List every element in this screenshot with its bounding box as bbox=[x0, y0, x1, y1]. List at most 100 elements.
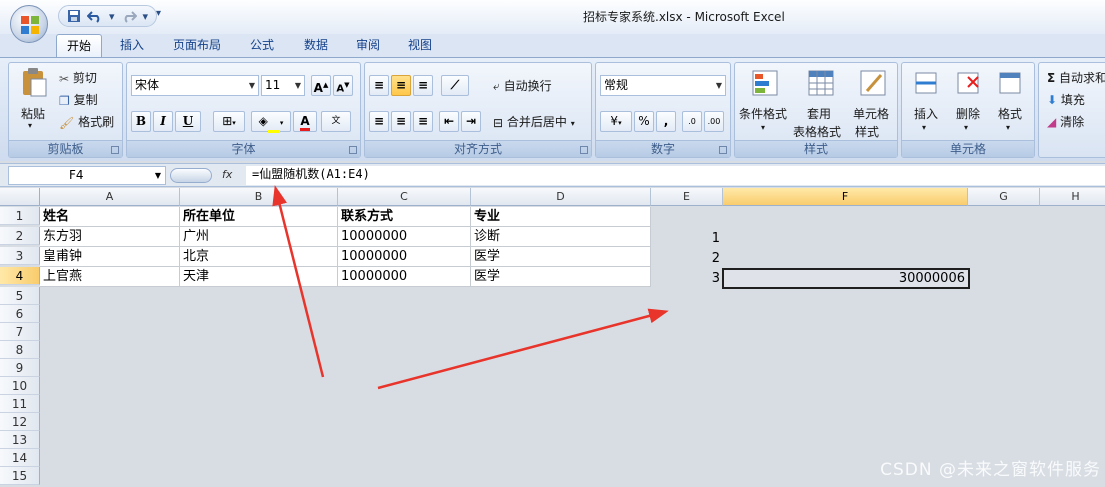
formula-bar-expander[interactable] bbox=[170, 168, 212, 183]
cell-d4[interactable]: 医学 bbox=[471, 267, 651, 287]
italic-button[interactable]: I bbox=[153, 111, 173, 132]
row-header-11[interactable]: 11 bbox=[0, 395, 40, 413]
cell-d2[interactable]: 诊断 bbox=[471, 227, 651, 247]
align-top-button[interactable]: ≡ bbox=[369, 75, 389, 96]
format-as-table-button[interactable]: 套用 表格格式 bbox=[793, 67, 849, 139]
insert-function-button[interactable]: fx bbox=[222, 168, 232, 181]
cut-button[interactable]: ✂ 剪切 bbox=[59, 69, 97, 86]
row-header-5[interactable]: 5 bbox=[0, 287, 40, 305]
decrease-indent-button[interactable]: ⇤ bbox=[439, 111, 459, 132]
cell-c3[interactable]: 10000000 bbox=[338, 247, 471, 267]
office-button[interactable] bbox=[10, 5, 48, 43]
row-header-1[interactable]: 1 bbox=[0, 207, 40, 225]
font-name-select[interactable]: 宋体 ▼ bbox=[131, 75, 259, 96]
format-painter-button[interactable]: 🖌 格式刷 bbox=[59, 113, 114, 130]
row-header-9[interactable]: 9 bbox=[0, 359, 40, 377]
insert-cells-button[interactable]: 插入 ▾ bbox=[906, 67, 946, 139]
font-size-select[interactable]: 11 ▼ bbox=[261, 75, 305, 96]
cell-b1[interactable]: 所在单位 bbox=[180, 207, 338, 227]
tab-data[interactable]: 数据 bbox=[294, 34, 338, 58]
tab-home[interactable]: 开始 bbox=[56, 34, 102, 58]
tab-insert[interactable]: 插入 bbox=[110, 34, 154, 58]
cell-d1[interactable]: 专业 bbox=[471, 207, 651, 227]
phonetic-button[interactable]: 文 bbox=[321, 111, 351, 132]
align-center-button[interactable]: ≡ bbox=[391, 111, 411, 132]
row-header-10[interactable]: 10 bbox=[0, 377, 40, 395]
undo-dropdown-icon[interactable]: ▾ bbox=[109, 10, 115, 23]
row-header-6[interactable]: 6 bbox=[0, 305, 40, 323]
cell-b2[interactable]: 广州 bbox=[180, 227, 338, 247]
font-color-button[interactable]: A bbox=[293, 111, 317, 132]
wrap-text-button[interactable]: ⤶ 自动换行 bbox=[493, 77, 552, 94]
grow-font-button[interactable]: A▲ bbox=[311, 75, 331, 96]
percent-button[interactable]: % bbox=[634, 111, 654, 132]
fill-button[interactable]: ⬇ 填充 bbox=[1047, 91, 1085, 108]
formula-input[interactable]: =仙盟随机数(A1:E4) bbox=[246, 166, 1105, 185]
row-header-12[interactable]: 12 bbox=[0, 413, 40, 431]
select-all-corner[interactable] bbox=[0, 188, 40, 206]
cell-b3[interactable]: 北京 bbox=[180, 247, 338, 267]
redo-dropdown-icon[interactable]: ▾ bbox=[143, 10, 149, 23]
decrease-decimal-button[interactable]: .00 bbox=[704, 111, 724, 132]
column-header-e[interactable]: E bbox=[651, 188, 723, 206]
column-header-h[interactable]: H bbox=[1040, 188, 1105, 206]
name-box[interactable]: F4 ▼ bbox=[8, 166, 166, 185]
row-header-13[interactable]: 13 bbox=[0, 431, 40, 449]
cell-f4-active[interactable]: 30000006 bbox=[722, 268, 970, 289]
worksheet-grid[interactable]: A B C D E F G H 1 2 3 4 5 6 7 8 9 10 11 … bbox=[0, 188, 1105, 487]
fill-color-button[interactable]: ◈ ▾ bbox=[251, 111, 291, 133]
clear-button[interactable]: ◢ 清除 bbox=[1047, 113, 1084, 130]
orientation-button[interactable]: ⟋ bbox=[441, 75, 469, 96]
column-header-c[interactable]: C bbox=[338, 188, 471, 206]
copy-button[interactable]: ❐ 复制 bbox=[59, 91, 98, 108]
column-header-b[interactable]: B bbox=[180, 188, 338, 206]
row-header-4[interactable]: 4 bbox=[0, 267, 40, 285]
alignment-launcher-icon[interactable] bbox=[580, 146, 588, 154]
tab-review[interactable]: 审阅 bbox=[346, 34, 390, 58]
save-icon[interactable] bbox=[67, 9, 81, 23]
row-header-7[interactable]: 7 bbox=[0, 323, 40, 341]
cell-a1[interactable]: 姓名 bbox=[40, 207, 180, 227]
row-header-3[interactable]: 3 bbox=[0, 247, 40, 265]
cell-a4[interactable]: 上官燕 bbox=[40, 267, 180, 287]
column-header-f[interactable]: F bbox=[723, 188, 968, 206]
format-cells-button[interactable]: 格式 ▾ bbox=[990, 67, 1030, 139]
customize-qat-icon[interactable]: ▾ bbox=[156, 8, 161, 19]
paste-button[interactable]: 粘贴 ▾ bbox=[17, 67, 51, 135]
redo-icon[interactable] bbox=[121, 9, 137, 23]
cell-c1[interactable]: 联系方式 bbox=[338, 207, 471, 227]
delete-cells-button[interactable]: 删除 ▾ bbox=[948, 67, 988, 139]
borders-button[interactable]: ⊞▾ bbox=[213, 111, 245, 132]
cell-a2[interactable]: 东方羽 bbox=[40, 227, 180, 247]
align-bottom-button[interactable]: ≡ bbox=[413, 75, 433, 96]
cell-styles-button[interactable]: 单元格 样式 bbox=[849, 67, 897, 139]
align-left-button[interactable]: ≡ bbox=[369, 111, 389, 132]
comma-button[interactable]: , bbox=[656, 111, 676, 132]
column-header-d[interactable]: D bbox=[471, 188, 651, 206]
undo-icon[interactable] bbox=[87, 9, 103, 23]
row-header-8[interactable]: 8 bbox=[0, 341, 40, 359]
row-header-2[interactable]: 2 bbox=[0, 227, 40, 245]
tab-formulas[interactable]: 公式 bbox=[240, 34, 284, 58]
underline-button[interactable]: U bbox=[175, 111, 201, 132]
cell-e4[interactable]: 3 bbox=[651, 269, 723, 289]
number-format-select[interactable]: 常规 ▼ bbox=[600, 75, 726, 96]
row-header-14[interactable]: 14 bbox=[0, 449, 40, 467]
font-launcher-icon[interactable] bbox=[349, 146, 357, 154]
cell-e2[interactable]: 1 bbox=[651, 229, 723, 249]
increase-indent-button[interactable]: ⇥ bbox=[461, 111, 481, 132]
cell-e3[interactable]: 2 bbox=[651, 249, 723, 269]
cell-c2[interactable]: 10000000 bbox=[338, 227, 471, 247]
column-header-g[interactable]: G bbox=[968, 188, 1040, 206]
merge-center-button[interactable]: ⊟ 合并后居中 ▾ bbox=[493, 113, 575, 130]
number-launcher-icon[interactable] bbox=[719, 146, 727, 154]
align-middle-button[interactable]: ≡ bbox=[391, 75, 411, 96]
align-right-button[interactable]: ≡ bbox=[413, 111, 433, 132]
currency-button[interactable]: ¥▾ bbox=[600, 111, 632, 132]
tab-page-layout[interactable]: 页面布局 bbox=[164, 34, 230, 58]
cell-c4[interactable]: 10000000 bbox=[338, 267, 471, 287]
cell-d3[interactable]: 医学 bbox=[471, 247, 651, 267]
clipboard-launcher-icon[interactable] bbox=[111, 146, 119, 154]
increase-decimal-button[interactable]: .0 bbox=[682, 111, 702, 132]
column-header-a[interactable]: A bbox=[40, 188, 180, 206]
